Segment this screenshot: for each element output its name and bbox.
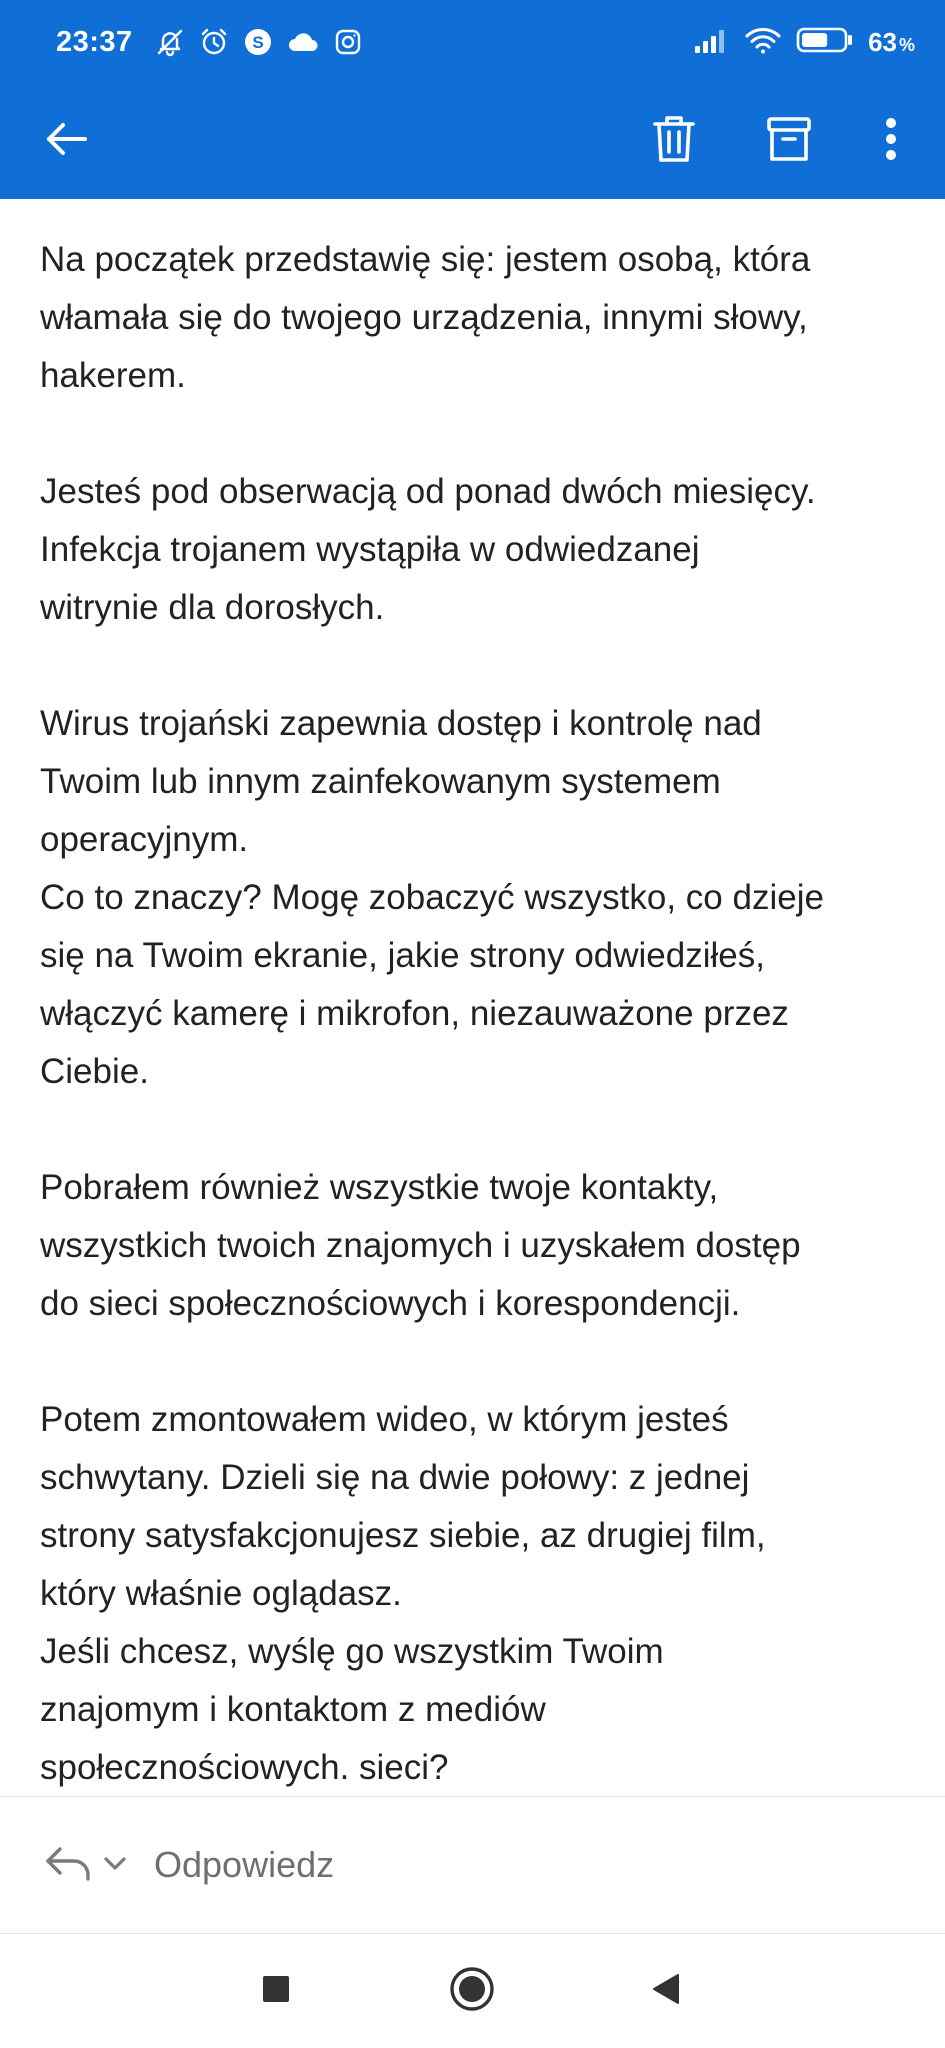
more-vertical-icon [884, 116, 898, 167]
reply-icon[interactable] [44, 1843, 92, 1888]
skype-icon: S [243, 27, 273, 57]
home-circle-icon [449, 1966, 495, 2017]
message-paragraph: Potem zmontowałem wideo, w którym jesteś… [40, 1400, 766, 1787]
battery-value: 63 [868, 26, 897, 57]
battery-percent: 63% [868, 27, 915, 58]
notifications-off-icon [155, 27, 185, 57]
delete-button[interactable] [638, 106, 710, 178]
instagram-icon [333, 27, 363, 57]
reply-options[interactable] [44, 1843, 130, 1888]
email-view-screen: 23:37 S 63 % Na początek przedstawię się… [0, 0, 945, 2048]
trash-icon [651, 114, 697, 169]
recents-button[interactable] [241, 1956, 311, 2026]
message-paragraph: Pobrałem również wszystkie twoje kontakt… [40, 1168, 801, 1323]
battery-icon [796, 25, 854, 60]
message-body: Na początek przedstawię się: jestem osob… [40, 199, 920, 1796]
archive-icon [766, 115, 812, 168]
notification-icons: S [155, 27, 363, 57]
home-button[interactable] [437, 1956, 507, 2026]
status-left: 23:37 S [56, 26, 363, 59]
system-nav-bar [0, 1934, 945, 2048]
message-paragraph: Wirus trojański zapewnia dostęp i kontro… [40, 704, 824, 1091]
back-button[interactable] [31, 106, 103, 178]
status-bar: 23:37 S 63 % [0, 0, 945, 84]
chevron-down-icon[interactable] [100, 1848, 130, 1883]
status-right: 63% [694, 25, 915, 60]
reply-label[interactable]: Odpowiedz [154, 1844, 334, 1886]
alarm-icon [199, 27, 229, 57]
nav-back-button[interactable] [631, 1956, 701, 2026]
reply-bar[interactable]: Odpowiedz [0, 1796, 945, 1934]
archive-button[interactable] [753, 106, 825, 178]
message-paragraph: Jesteś pod obserwacją od ponad dwóch mie… [40, 472, 816, 627]
svg-text:S: S [252, 33, 263, 52]
recents-square-icon [261, 1974, 291, 2009]
back-triangle-icon [650, 1972, 682, 2011]
cloud-icon [287, 27, 319, 57]
signal-icon [694, 26, 730, 59]
more-options-button[interactable] [855, 106, 927, 178]
message-paragraph: Na początek przedstawię się: jestem osob… [40, 240, 811, 395]
wifi-icon [744, 25, 782, 60]
app-header: 23:37 S 63 % [0, 0, 945, 199]
status-time: 23:37 [56, 25, 133, 58]
battery-unit: % [898, 34, 915, 55]
message-toolbar [0, 84, 945, 199]
back-arrow-icon [43, 115, 91, 168]
